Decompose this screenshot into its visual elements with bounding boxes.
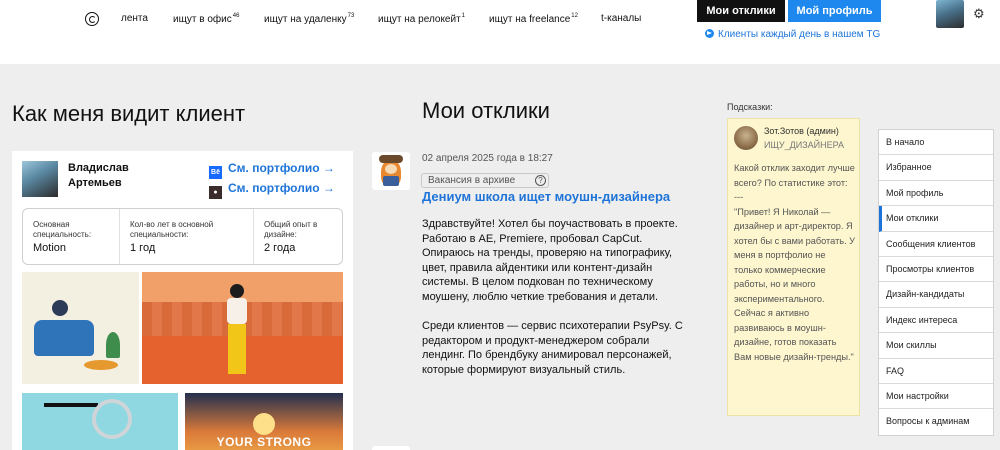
menu-item-client-views[interactable]: Просмотры клиентов <box>879 257 993 283</box>
vacancy-title-link[interactable]: Дениум школа ищет моушн-дизайнера <box>422 189 670 204</box>
company-logo[interactable] <box>372 152 410 190</box>
menu-item-my-profile[interactable]: Мой профиль <box>879 181 993 207</box>
menu-item-my-skills[interactable]: Мои скиллы <box>879 333 993 359</box>
menu-item-settings[interactable]: Мои настройки <box>879 384 993 410</box>
profile-card: Владислав Артемьев Bē См. портфолио → ● См… <box>12 151 353 450</box>
telegram-link[interactable]: Клиенты каждый день в нашем TG <box>705 29 880 40</box>
behance-icon: Bē <box>209 166 222 179</box>
figure-torso <box>227 298 247 324</box>
mascot-hat <box>379 155 403 163</box>
portfolio-thumbnail[interactable] <box>22 272 139 384</box>
menu-item-interest-index[interactable]: Индекс интереса <box>879 308 993 334</box>
user-avatar[interactable] <box>936 0 964 28</box>
hint-role: ИЩУ_ДИЗАЙНЕРА <box>764 140 845 150</box>
dribbble-icon: ● <box>209 186 222 199</box>
illustration-loop <box>92 399 132 439</box>
menu-item-client-messages[interactable]: Сообщения клиентов <box>879 232 993 257</box>
nav-freelance[interactable]: ищут на freelance12 <box>489 13 578 25</box>
illustration-figure <box>224 284 250 376</box>
nav-office[interactable]: ищут в офис46 <box>173 13 239 25</box>
archive-label: Вакансия в архиве <box>428 175 516 186</box>
hint-body: Какой отклик заходит лучше всего? По ста… <box>734 163 856 362</box>
my-profile-button[interactable]: Мой профиль <box>788 0 881 22</box>
illustration-sofa <box>34 320 94 356</box>
my-responses-button[interactable]: Мои отклики <box>697 0 785 22</box>
menu-item-design-candidates[interactable]: Дизайн-кандидаты <box>879 282 993 308</box>
portfolio-thumbnail[interactable]: YOUR STRONG <box>185 393 343 450</box>
page-title: Мои отклики <box>422 98 550 123</box>
nav-remote[interactable]: ищут на удаленку73 <box>264 13 354 25</box>
menu-item-my-responses[interactable]: Мои отклики <box>879 206 993 232</box>
illustration-tag <box>44 403 98 407</box>
stat-label: Кол-во лет в основной специальности: <box>130 220 214 239</box>
hints-label: Подсказки: <box>727 102 773 112</box>
archive-badge: Вакансия в архиве ? <box>421 173 549 188</box>
gear-icon[interactable]: ⚙ <box>973 6 985 22</box>
stat-years-specialty: Кол-во лет в основной специальности: 1 г… <box>119 209 253 264</box>
response-date: 02 апреля 2025 года в 18:27 <box>422 153 553 164</box>
client-view-title: Как меня видит клиент <box>12 101 246 126</box>
telegram-icon <box>705 29 714 38</box>
question-icon[interactable]: ? <box>535 175 546 186</box>
mascot-face <box>385 164 397 174</box>
nav-feed[interactable]: лента <box>121 13 148 24</box>
behance-portfolio-link[interactable]: Bē См. портфолио → <box>209 161 335 179</box>
response-text: Здравствуйте! Хотел бы поучаствовать в п… <box>422 217 690 378</box>
stat-specialty: Основная специальность: Motion <box>23 209 119 264</box>
response-paragraph: Здравствуйте! Хотел бы поучаствовать в п… <box>422 218 678 303</box>
mascot-coat <box>383 176 399 186</box>
hints-box: Зот.Зотов (админ) ИЩУ_ДИЗАЙНЕРА Какой от… <box>727 118 860 416</box>
stats-box: Основная специальность: Motion Кол-во ле… <box>22 208 343 265</box>
portfolio-link-label: См. портфолио → <box>228 161 335 175</box>
logo-icon[interactable] <box>85 12 99 26</box>
portfolio-thumbnail[interactable] <box>22 393 178 450</box>
menu-item-faq[interactable]: FAQ <box>879 359 993 384</box>
illustration-cat <box>84 360 118 370</box>
menu-item-admin-questions[interactable]: Вопросы к админам <box>879 409 993 434</box>
candidate-name: Владислав Артемьев <box>68 162 129 189</box>
avatar <box>22 161 58 197</box>
illustration-person <box>52 300 68 316</box>
stat-label: Основная специальность: <box>33 220 92 239</box>
figure-legs <box>228 324 246 374</box>
side-menu: В начало Избранное Мой профиль Мои откли… <box>878 129 994 436</box>
hint-author: Зот.Зотов (админ) <box>764 126 839 136</box>
stat-value: 1 год <box>130 242 156 254</box>
dribbble-portfolio-link[interactable]: ● См. портфолио → <box>209 181 335 199</box>
stat-label: Общий опыт в дизайне: <box>264 220 318 239</box>
stat-value: Motion <box>33 242 67 254</box>
top-header: лента ищут в офис46 ищут на удаленку73 и… <box>0 0 1000 64</box>
next-response-logo[interactable] <box>372 446 410 450</box>
illustration-plant <box>106 332 120 358</box>
portfolio-link-label: См. портфолио → <box>228 181 335 195</box>
nav-relocate[interactable]: ищут на релокейт1 <box>378 13 465 25</box>
illustration-sun <box>253 413 275 435</box>
menu-item-home[interactable]: В начало <box>879 130 993 156</box>
portfolio-thumbnail[interactable] <box>142 272 343 384</box>
response-paragraph: Среди клиентов — сервис психотерапии Psy… <box>422 320 683 376</box>
figure-head <box>230 284 244 298</box>
avatar <box>734 126 758 150</box>
nav-tchannels[interactable]: t-каналы <box>601 13 641 24</box>
stat-total-experience: Общий опыт в дизайне: 2 года <box>253 209 342 264</box>
thumbnail-text: YOUR STRONG <box>216 435 312 449</box>
stat-value: 2 года <box>264 242 296 254</box>
menu-item-favorites[interactable]: Избранное <box>879 155 993 181</box>
telegram-link-label: Клиенты каждый день в нашем TG <box>718 29 881 40</box>
